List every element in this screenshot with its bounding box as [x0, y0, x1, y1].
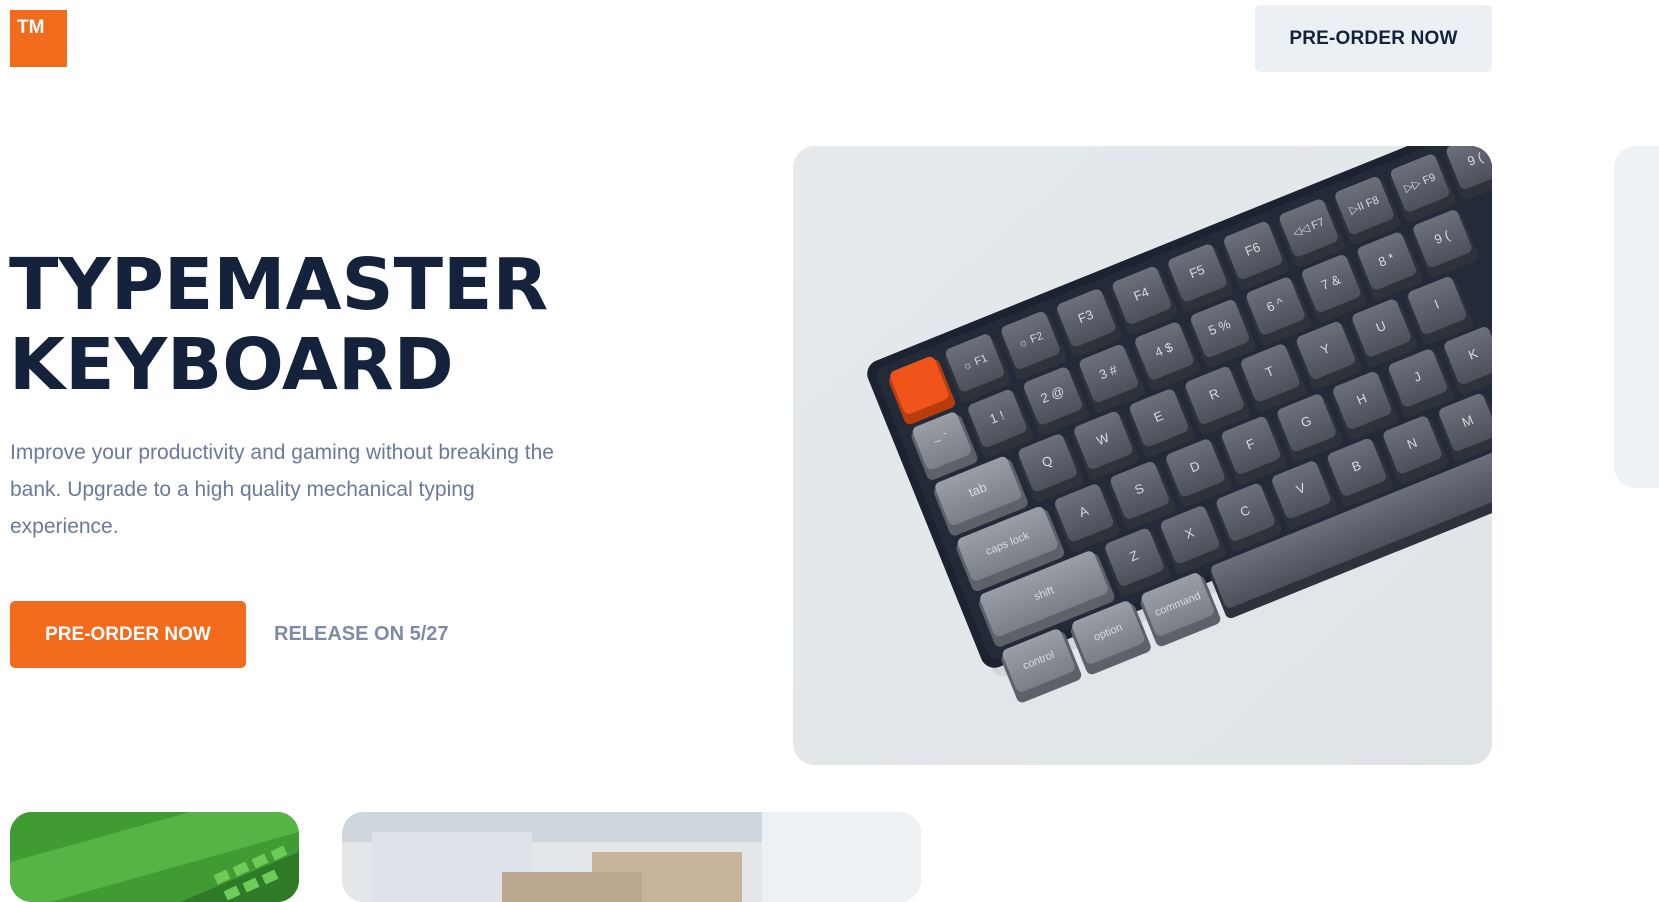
green-keyboard-card[interactable]: [10, 812, 299, 902]
hero-title-line-2: KEYBOARD: [9, 323, 454, 406]
logo-text: TM: [17, 17, 45, 38]
desk-setup-image: [342, 812, 921, 902]
logo[interactable]: TM: [10, 10, 67, 67]
green-keyboard-image: [10, 812, 299, 902]
hero-title-line-1: TYPEMASTER: [9, 243, 549, 326]
keyboard-hero-image: ☼ F1 ☼ F2 F3 F4 F5 F6 ◁◁ F7 ▷II F8 ▷▷ F9 9 (~ ` 1 …: [793, 146, 1492, 765]
header-preorder-button[interactable]: PRE-ORDER NOW: [1255, 5, 1492, 72]
hero-title: TYPEMASTER KEYBOARD: [9, 245, 548, 405]
hero-description: Improve your productivity and gaming wit…: [10, 441, 554, 538]
side-preview-card: [1614, 146, 1659, 488]
desk-setup-card[interactable]: [342, 812, 921, 902]
keyboard-illustration: ☼ F1☼ F2F3F4F5F6◁◁ F7▷II F8▷▷ F99 (~ `1 …: [793, 146, 1492, 765]
hero-preorder-button[interactable]: PRE-ORDER NOW: [10, 601, 246, 668]
release-date-text: RELEASE ON 5/27: [274, 623, 449, 645]
